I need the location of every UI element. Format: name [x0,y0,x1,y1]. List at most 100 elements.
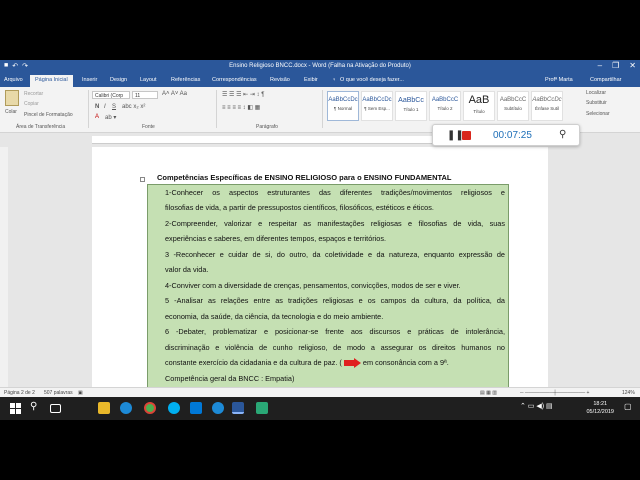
paragraph-line: 3 -Reconhecer e cuidar de si, do outro, … [165,250,505,259]
font-size-select[interactable]: 11 [132,91,158,99]
style-subtle-emphasis[interactable]: AaBbCcDc Ênfase Sutil [531,91,563,121]
edge-icon[interactable] [70,402,82,414]
stop-icon[interactable] [462,131,471,140]
style-heading2[interactable]: AaBbCcC Título 2 [429,91,461,121]
paragraph-line: 6 -Debater, problematizar e posicionar-s… [165,327,505,336]
ribbon-tabs: Arquivo Página Inicial Inserir Design La… [0,74,640,87]
title-bar: ■ ↶ ↷ Ensino Religioso BNCC.docx - Word … [0,60,640,74]
tab-exibir[interactable]: Exibir [304,77,318,83]
word-taskbar-icon[interactable] [232,402,244,414]
maximize-button[interactable]: ❐ [612,61,619,70]
recorder-taskbar-icon[interactable] [256,402,268,414]
zoom-slider[interactable]: ─ ────────┼──────── + [520,390,589,396]
tab-pagina-inicial[interactable]: Página Inicial [30,75,73,87]
paragraph-line: discriminação e violência de cunho relig… [165,343,505,352]
format-painter-button[interactable]: Pincel de Formatação [24,112,73,118]
file-explorer-icon[interactable] [98,402,110,414]
style-sample: AaBbCcDc [328,97,358,103]
view-mode-icons[interactable]: ▤ ▦ ▥ [480,390,497,396]
find-button[interactable]: Localizar [586,90,606,96]
tab-arquivo[interactable]: Arquivo [4,77,23,83]
document-page[interactable]: Competências Específicas de ENSINO RELIG… [92,147,548,407]
font-group-label: Fonte [142,124,155,130]
style-label: Título 2 [437,106,453,111]
search-icon[interactable]: ⚲ [30,401,42,413]
italic-icon[interactable]: I [104,104,106,110]
tell-me-icon: ♀ [332,77,337,83]
style-title[interactable]: AaB Título [463,91,495,121]
paragraph-line: 5 -Analisar as relações entre as tradiçõ… [165,296,505,305]
recording-timer: 00:07:25 [493,130,532,141]
style-subtitle[interactable]: AaBbCcC Subtítulo [497,91,529,121]
paragraph-group-label: Parágrafo [256,124,278,130]
style-no-spacing[interactable]: AaBbCcDc ¶ Sem Esp... [361,91,393,121]
style-normal[interactable]: AaBbCcDc ¶ Normal [327,91,359,121]
tab-revisao[interactable]: Revisão [270,77,290,83]
style-label: ¶ Sem Esp... [364,106,390,111]
taskbar: ⚲ ⌃ ▭ ◀) ▤ 18:21 05/12/2019 ▢ [0,397,640,420]
skype-icon[interactable] [168,402,180,414]
taskbar-clock[interactable]: 18:21 05/12/2019 [586,400,614,416]
user-account[interactable]: Profª Marta [545,77,573,83]
paragraph-line: experiências e saberes, em diferentes te… [165,234,387,243]
cut-button[interactable]: Recortar [24,91,43,97]
close-button[interactable]: ✕ [629,61,636,70]
minimize-button[interactable]: – [598,61,602,70]
paragraph-line-text: constante exercício da cidadania e da cu… [165,358,342,367]
start-icon[interactable] [10,403,21,414]
style-sample: AaBbCcC [499,97,527,103]
task-view-icon[interactable] [50,404,61,413]
word-window: ■ ↶ ↷ Ensino Religioso BNCC.docx - Word … [0,60,640,420]
font-name-select[interactable]: Calibri (Corp [92,91,130,99]
paragraph-line-with-arrow: constante exercício da cidadania e da cu… [165,358,505,369]
system-tray-icons[interactable]: ⌃ ▭ ◀) ▤ [520,402,580,414]
highlight-icon[interactable]: ab ▾ [105,114,116,121]
clipboard-group-label: Área de Transferência [16,124,66,130]
tell-me-box[interactable]: O que você deseja fazer... [340,77,404,83]
vertical-ruler[interactable] [0,147,8,387]
notifications-icon[interactable]: ▢ [624,402,636,414]
tab-layout[interactable]: Layout [140,77,157,83]
page-count[interactable]: Página 2 de 2 [4,390,35,396]
style-label: Título 1 [403,107,419,112]
chrome-icon[interactable] [144,402,156,414]
style-heading1[interactable]: AaBbCc Título 1 [395,91,427,121]
store-icon[interactable] [190,402,202,414]
internet-explorer-icon[interactable] [120,402,132,414]
copy-button[interactable]: Copiar [24,101,39,107]
table-move-handle-icon[interactable] [140,177,145,182]
style-label: ¶ Normal [333,106,353,111]
word-count[interactable]: 507 palavras [44,390,73,396]
edge-browser-icon[interactable] [212,402,224,414]
bullets-icon[interactable]: ☰ ☰ ☰ ⇤ ⇥ ↕ ¶ [222,91,264,98]
select-button[interactable]: Selecionar [586,111,610,117]
grow-font-icon[interactable]: A˄ A˅ Aa [162,91,187,97]
tab-design[interactable]: Design [110,77,127,83]
paste-icon[interactable] [5,90,19,106]
tab-inserir[interactable]: Inserir [82,77,97,83]
link-icon[interactable]: ⚲ [559,129,566,140]
font-color-icon[interactable]: A [95,114,99,120]
proofing-icon[interactable]: ▣ [78,390,83,396]
share-button[interactable]: Compartilhar [590,77,621,83]
document-area: Competências Específicas de ENSINO RELIG… [0,133,640,407]
separator [322,90,323,128]
replace-button[interactable]: Substituir [586,100,607,106]
style-sample: AaBbCc [398,97,424,104]
tab-correspondencias[interactable]: Correspondências [212,77,257,83]
document-heading: Competências Específicas de ENSINO RELIG… [157,173,452,182]
bold-icon[interactable]: N [95,104,99,110]
style-label: Subtítulo [504,106,522,111]
highlighted-text-box[interactable]: 1-Conhecer os aspectos estruturantes das… [147,184,509,390]
separator [216,90,217,128]
zoom-level[interactable]: 124% [622,390,635,396]
underline-icon[interactable]: S [112,104,116,110]
paste-button[interactable]: Colar [5,109,17,115]
align-icon[interactable]: ≡ ≡ ≡ ≡ ↕ ◧ ▦ [222,104,260,111]
tab-referencias[interactable]: Referências [171,77,200,83]
style-label: Título [473,109,485,114]
strikethrough-icon[interactable]: abc x₂ x² [122,104,145,110]
paragraph-line: 1-Conhecer os aspectos estruturantes das… [165,188,505,197]
status-bar: Página 2 de 2 507 palavras ▣ ▤ ▦ ▥ ─ ───… [0,387,640,397]
style-sample: AaBbCcDc [532,97,562,103]
